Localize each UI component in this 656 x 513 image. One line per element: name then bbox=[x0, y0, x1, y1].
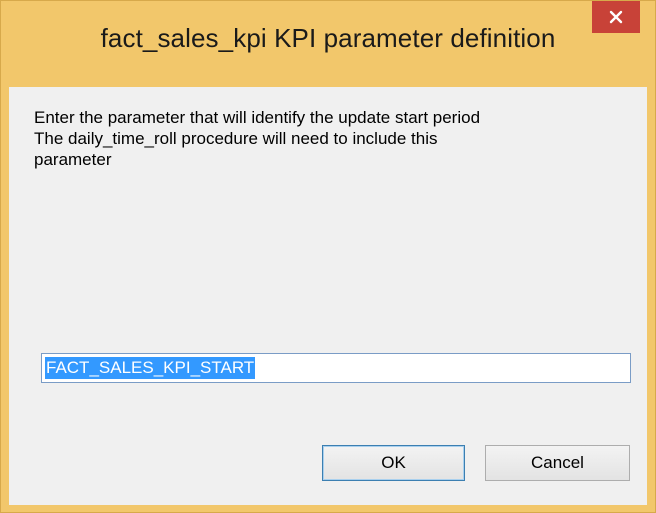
title-bar[interactable]: fact_sales_kpi KPI parameter definition bbox=[1, 1, 655, 87]
close-button[interactable] bbox=[592, 1, 640, 33]
dialog-window: fact_sales_kpi KPI parameter definition … bbox=[0, 0, 656, 513]
parameter-input-value[interactable]: FACT_SALES_KPI_START bbox=[45, 357, 256, 379]
dialog-body: Enter the parameter that will identify t… bbox=[9, 87, 647, 505]
prompt-line: The daily_time_roll procedure will need … bbox=[34, 129, 438, 148]
prompt-text: Enter the parameter that will identify t… bbox=[34, 107, 614, 170]
cancel-button[interactable]: Cancel bbox=[485, 445, 630, 481]
ok-button[interactable]: OK bbox=[322, 445, 465, 481]
parameter-input[interactable]: FACT_SALES_KPI_START bbox=[41, 353, 631, 383]
window-title: fact_sales_kpi KPI parameter definition bbox=[100, 23, 556, 53]
prompt-line: Enter the parameter that will identify t… bbox=[34, 108, 481, 127]
close-icon bbox=[609, 10, 623, 24]
prompt-line: parameter bbox=[34, 150, 112, 169]
